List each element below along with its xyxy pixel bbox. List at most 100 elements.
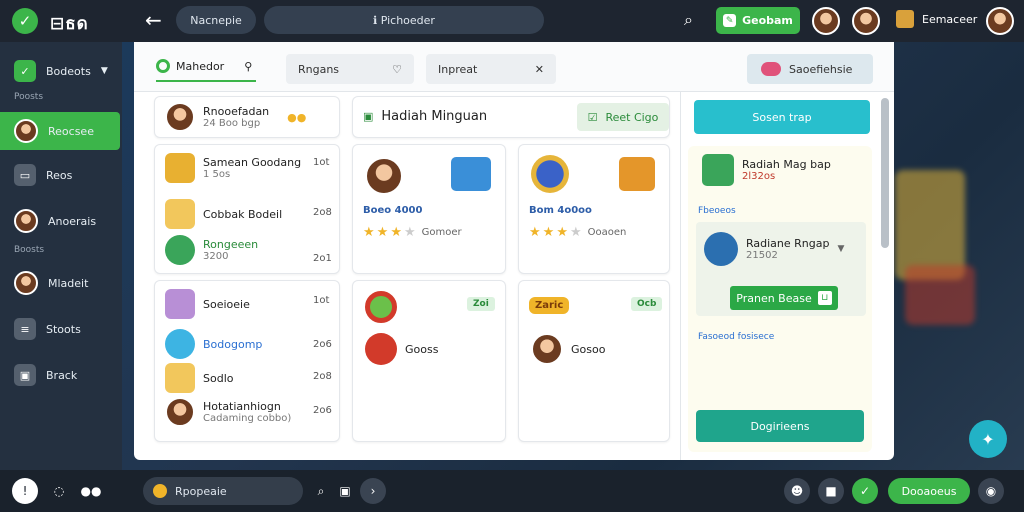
- panel-item-sub: 2l32os: [742, 171, 776, 182]
- nav-pill[interactable]: Nacnepie: [176, 6, 256, 34]
- list-item-count: 1ot: [313, 157, 330, 168]
- character-icon[interactable]: ☻: [784, 478, 810, 504]
- sidebar-item-mladeit[interactable]: Mladeit: [0, 264, 122, 302]
- sidebar-item-stoots[interactable]: ≡ Stoots: [0, 310, 122, 348]
- list-item[interactable]: Rongeeen 3200: [165, 235, 258, 265]
- settings-icon[interactable]: ◉: [978, 478, 1004, 504]
- gift-icon[interactable]: [896, 10, 914, 28]
- reset-button[interactable]: ☑ Reet Cigo: [577, 103, 669, 131]
- list-item-count: 1ot: [313, 295, 330, 306]
- reward-card[interactable]: Boeo 4000 ★ ★ ★ ★ Gomoer: [352, 144, 506, 274]
- tab-inpreat[interactable]: Inpreat ✕: [426, 54, 556, 84]
- friend-avatar[interactable]: [852, 7, 880, 35]
- chat-icon[interactable]: ◌: [46, 478, 72, 504]
- info-icon[interactable]: !: [12, 478, 38, 504]
- right-panel: Radiah Mag bap 2l32os Fbeoeos Radiane Rn…: [688, 146, 872, 452]
- app-logo-icon[interactable]: ✓: [12, 8, 38, 34]
- candy-icon: [761, 62, 781, 76]
- sidebar-item-label: Stoots: [46, 322, 81, 336]
- floating-action-button[interactable]: ✦: [969, 420, 1007, 458]
- back-arrow-icon[interactable]: ←: [145, 8, 162, 32]
- friend-avatar[interactable]: [812, 7, 840, 35]
- inventory-card: Soeioeie 1ot Bodogomp 2o6 Sodlo 2o8 Hota…: [154, 280, 340, 442]
- reward-card[interactable]: Zoi Gooss: [352, 280, 506, 442]
- user-avatar[interactable]: [986, 7, 1014, 35]
- list-item-title: Sodlo: [203, 371, 234, 385]
- sidebar-item-brack[interactable]: ▣ Brack: [0, 356, 122, 394]
- controller-icon: ▭: [14, 164, 36, 186]
- tab-label: Inpreat: [438, 62, 478, 76]
- panel-link[interactable]: Fasoeod fosisece: [698, 332, 774, 342]
- chevron-down-icon[interactable]: ▼: [837, 244, 844, 254]
- reward-card[interactable]: Zaric Ocb Gosoo: [518, 280, 670, 442]
- star-icon: ★: [390, 225, 402, 240]
- check-icon: ✓: [14, 60, 36, 82]
- bottom-green-button[interactable]: Dooaoeus: [888, 478, 970, 504]
- promo-chip[interactable]: Saoefiehsie: [747, 54, 873, 84]
- coin-icon: [153, 484, 167, 498]
- tab-bar: Mahedor ⚲ Rngans ♡ Inpreat ✕ Saoefiehsie: [134, 42, 894, 92]
- list-item-title: Cobbak Bodeil: [203, 207, 283, 221]
- bottom-action-button[interactable]: Dogirieens: [696, 410, 864, 442]
- orb-icon: [531, 155, 569, 193]
- list-item-count: 2o8: [313, 371, 332, 382]
- rating-label: Ooaoen: [587, 227, 627, 238]
- tab-label: Mahedor: [176, 59, 225, 73]
- background-blur-shape: [895, 170, 965, 280]
- sidebar-item-bodeots[interactable]: ✓ Bodeots ▼: [0, 52, 122, 90]
- bag-icon: ⊔: [817, 291, 832, 305]
- list-item[interactable]: Cobbak Bodeil: [165, 199, 282, 229]
- gem-icon: [702, 154, 734, 186]
- gamepad-icon[interactable]: ●●: [78, 478, 104, 504]
- reward-card[interactable]: Bom 4o0oo ★ ★ ★ ★ Ooaoen: [518, 144, 670, 274]
- panel-link[interactable]: Fbeoeos: [698, 206, 736, 216]
- rating: ★ ★ ★ ★ Gomoer: [363, 225, 462, 240]
- panel-item[interactable]: Radiah Mag bap 2l32os: [702, 154, 831, 186]
- sidebar-item-label: Mladeit: [48, 276, 89, 290]
- search-bar[interactable]: ℹ Pichoeder: [264, 6, 544, 34]
- search-icon[interactable]: ⌕: [684, 10, 693, 30]
- top-action-button[interactable]: Sosen trap: [694, 100, 870, 134]
- list-item-sub: Cadaming cobbo): [203, 413, 292, 424]
- list-item[interactable]: Soeioeie: [165, 289, 250, 319]
- chevron-down-icon: ▼: [100, 66, 108, 76]
- green-action-label: Pranen Bease: [736, 291, 812, 305]
- sidebar-item-anoerais[interactable]: Anoerais: [0, 202, 122, 240]
- search-icon[interactable]: ⌕: [308, 478, 334, 504]
- sidebar-item-reocsee[interactable]: Reocsee: [0, 112, 120, 150]
- sidebar-item-label: Reos: [46, 168, 73, 182]
- list-item[interactable]: Samean Goodang 1 5os: [165, 153, 301, 183]
- list-item[interactable]: Hotatianhiogn Cadaming cobbo): [165, 397, 291, 427]
- close-icon[interactable]: ✕: [535, 63, 544, 76]
- column-divider: [680, 92, 681, 460]
- list-item-count: 2o8: [313, 207, 332, 218]
- profile-card[interactable]: Rnooefadan 24 Boo bgp ●●: [154, 96, 340, 138]
- inventory-icon[interactable]: ■: [818, 478, 844, 504]
- selected-item-sub: 21502: [746, 250, 778, 261]
- list-item-title: Bodogomp: [203, 337, 263, 351]
- sidebar-item-reos[interactable]: ▭ Reos: [0, 156, 122, 194]
- reward-price: Bom 4o0oo: [529, 205, 592, 216]
- promo-chip-label: Saoefiehsie: [789, 62, 853, 76]
- check-icon[interactable]: ✓: [852, 478, 878, 504]
- gift-icon[interactable]: ▣: [332, 478, 358, 504]
- list-item[interactable]: Sodlo: [165, 363, 233, 393]
- avatar: [365, 157, 403, 195]
- top-green-button[interactable]: ✎ Geobam: [716, 7, 800, 34]
- list-item[interactable]: Bodogomp: [165, 329, 262, 359]
- heart-icon: ♡: [392, 62, 402, 76]
- green-action-button[interactable]: Pranen Bease ⊔: [730, 286, 838, 310]
- selected-item[interactable]: Radiane Rngap 21502 ▼ Pranen Bease ⊔: [696, 222, 866, 316]
- user-name[interactable]: Eemaceer: [922, 13, 977, 26]
- scrollbar[interactable]: [881, 98, 889, 248]
- profile-name: Rnooefadan: [203, 105, 270, 118]
- tab-mahedor[interactable]: Mahedor ⚲: [156, 56, 256, 82]
- coins-icon: [165, 199, 195, 229]
- tab-rngans[interactable]: Rngans ♡: [286, 54, 414, 84]
- key-icon: ⚲: [244, 59, 253, 73]
- reward-label: Gosoo: [571, 342, 606, 356]
- next-icon[interactable]: ›: [360, 478, 386, 504]
- crate-icon: [165, 153, 195, 183]
- reward-label: Gooss: [405, 342, 439, 356]
- bottom-search-pill[interactable]: Rpopeaie: [143, 477, 303, 505]
